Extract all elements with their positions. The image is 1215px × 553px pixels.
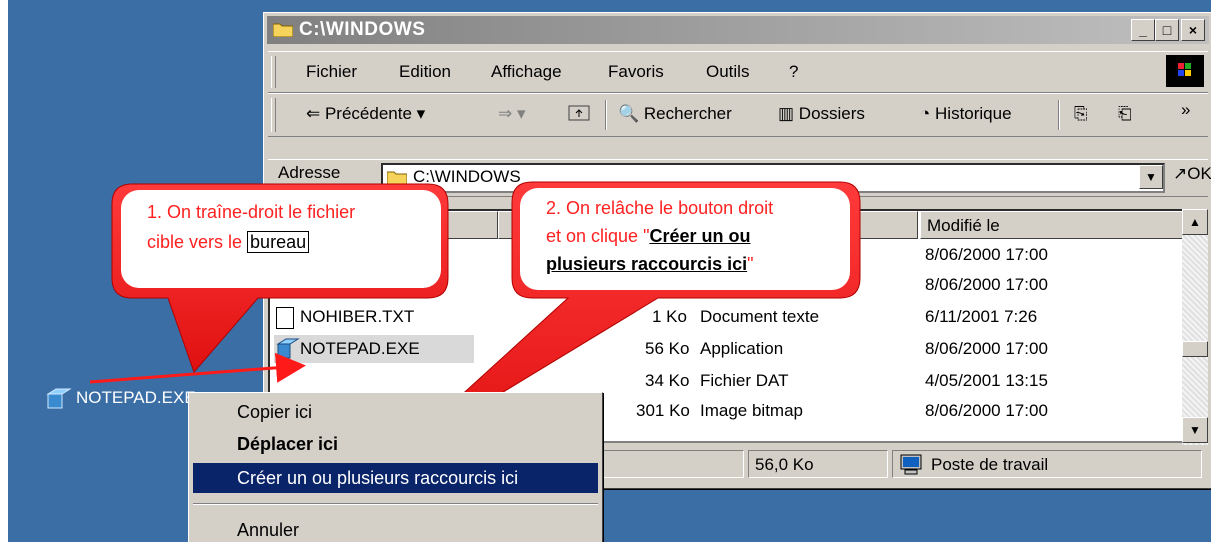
- row-size: 56 Ko: [645, 339, 690, 358]
- my-computer-icon: [900, 454, 922, 475]
- folders-icon: ▥: [778, 104, 795, 123]
- windows-logo-icon: [1166, 55, 1204, 87]
- menu-edition[interactable]: Edition: [399, 62, 451, 82]
- up-folder-button[interactable]: [568, 102, 590, 127]
- row-size: 301 Ko: [636, 401, 690, 420]
- window-title: C:\WINDOWS: [299, 19, 426, 40]
- callout-2-line2: et on clique "Créer un ou: [546, 222, 750, 250]
- back-arrow-icon: ⇐: [306, 104, 325, 123]
- toolbar-grip[interactable]: [271, 98, 276, 132]
- go-arrow-icon: ↗: [1173, 164, 1188, 183]
- row-modified: 6/11/2001 7:26: [925, 307, 1038, 326]
- folder-icon: [273, 23, 293, 37]
- desktop[interactable]: C:\WINDOWS _ □ × Fichier Edition Afficha…: [8, 0, 1211, 542]
- back-button[interactable]: ⇐ Précédente ▾: [306, 104, 425, 124]
- copy-to-icon: ⎗: [1118, 104, 1132, 123]
- go-button[interactable]: ↗OK: [1173, 164, 1211, 184]
- toolbar: ⇐ Précédente ▾ ⇒ ▾ 🔍 Rechercher ▥ Dossie…: [268, 93, 1208, 137]
- history-label: Historique: [935, 104, 1012, 123]
- forward-arrow-icon: ⇒ ▾: [498, 104, 526, 123]
- row-type: Fichier DAT: [700, 371, 789, 390]
- status-size: 56,0 Ko: [748, 450, 888, 478]
- desktop-icon-label: NOTEPAD.EXE: [76, 388, 196, 407]
- row-size: 1 Ko: [652, 307, 687, 326]
- callout-1-boxed-word: bureau: [247, 231, 310, 253]
- menu-outils[interactable]: Outils: [706, 62, 749, 82]
- status-zone: Poste de travail: [892, 450, 1202, 478]
- toolbar-more-button[interactable]: »: [1181, 100, 1190, 120]
- back-label: Précédente: [324, 104, 412, 123]
- row-name: NOHIBER.TXT: [300, 307, 415, 326]
- callout-1: 1. On traîne-droit le fichier cible vers…: [121, 190, 441, 288]
- row-size: 34 Ko: [645, 371, 690, 390]
- folders-button[interactable]: ▥ Dossiers: [778, 104, 865, 124]
- row-type: Application: [700, 339, 784, 358]
- vertical-scrollbar[interactable]: ▲ ▼: [1182, 209, 1208, 445]
- forward-button[interactable]: ⇒ ▾: [498, 104, 526, 124]
- move-to-button[interactable]: ⎘: [1074, 104, 1088, 124]
- callout-2-line2-bold: Créer un ou: [649, 226, 751, 246]
- menu-item-cancel[interactable]: Annuler: [193, 515, 598, 542]
- scroll-up-button[interactable]: ▲: [1182, 209, 1208, 235]
- callout-2: 2. On relâche le bouton droit et on cliq…: [520, 188, 850, 290]
- toolbar-separator: [605, 100, 607, 130]
- search-button[interactable]: 🔍 Rechercher: [618, 104, 732, 124]
- menu-fichier[interactable]: Fichier: [306, 62, 357, 82]
- scroll-down-button[interactable]: ▼: [1182, 417, 1208, 443]
- move-to-icon: ⎘: [1074, 104, 1088, 123]
- search-icon: 🔍: [618, 104, 640, 123]
- context-menu: Copier ici Déplacer ici Créer un ou plus…: [188, 392, 603, 542]
- menu-item-copy-here[interactable]: Copier ici: [193, 397, 598, 427]
- title-bar[interactable]: C:\WINDOWS _ □ ×: [267, 16, 1209, 44]
- go-label: OK: [1187, 164, 1211, 183]
- text-file-icon: [276, 307, 294, 329]
- callout-1-line1: 1. On traîne-droit le fichier: [147, 202, 356, 222]
- callout-1-line2: cible vers le bureau: [147, 228, 310, 256]
- column-modified[interactable]: Modifié le: [920, 211, 1185, 239]
- callout-1-line2-prefix: cible vers le: [147, 232, 248, 252]
- callout-2-line1: 2. On relâche le bouton droit: [546, 198, 774, 218]
- row-type: Image bitmap: [700, 401, 803, 420]
- status-zone-label: Poste de travail: [931, 455, 1049, 474]
- close-button[interactable]: ×: [1181, 19, 1205, 41]
- address-value: C:\WINDOWS: [413, 167, 521, 186]
- scroll-thumb[interactable]: [1182, 341, 1208, 357]
- address-dropdown-button[interactable]: ▼: [1139, 165, 1163, 189]
- menu-item-create-shortcut[interactable]: Créer un ou plusieurs raccourcis ici: [193, 463, 598, 493]
- menu-bar: Fichier Edition Affichage Favoris Outils…: [268, 51, 1208, 93]
- menu-grip[interactable]: [271, 56, 276, 88]
- callout-2-line3-suffix: ": [747, 254, 754, 274]
- notepad-icon: [276, 338, 300, 359]
- row-name: NOTEPAD.EXE: [300, 339, 420, 358]
- toolbar-separator-2: [1058, 100, 1060, 130]
- history-icon: ◔: [920, 104, 931, 123]
- folder-icon: [387, 171, 407, 185]
- up-folder-icon: [568, 105, 590, 121]
- copy-to-button[interactable]: ⎗: [1118, 104, 1132, 124]
- menu-help[interactable]: ?: [789, 62, 798, 82]
- row-modified: 8/06/2000 17:00: [925, 401, 1048, 420]
- maximize-button[interactable]: □: [1155, 19, 1179, 41]
- address-label: Adresse: [278, 163, 341, 182]
- callout-2-line3-bold: plusieurs raccourcis ici: [546, 254, 748, 274]
- menu-item-move-here[interactable]: Déplacer ici: [193, 429, 598, 459]
- row-type: Document texte: [700, 307, 820, 326]
- notepad-icon: [46, 388, 72, 409]
- history-button[interactable]: ◔ Historique: [920, 104, 1012, 124]
- row-modified: 8/06/2000 17:00: [925, 339, 1048, 358]
- callout-2-line2-prefix: et on clique ": [546, 226, 650, 246]
- search-label: Rechercher: [643, 104, 732, 123]
- row-modified: 8/06/2000 17:00: [925, 275, 1048, 294]
- row-modified: 8/06/2000 17:00: [925, 245, 1048, 264]
- folders-label: Dossiers: [798, 104, 865, 123]
- callout-2-line3: plusieurs raccourcis ici": [546, 250, 753, 278]
- menu-favoris[interactable]: Favoris: [608, 62, 664, 82]
- menu-separator: [193, 503, 598, 505]
- minimize-button[interactable]: _: [1131, 19, 1155, 41]
- menu-affichage[interactable]: Affichage: [491, 62, 562, 82]
- row-modified: 4/05/2001 13:15: [925, 371, 1048, 390]
